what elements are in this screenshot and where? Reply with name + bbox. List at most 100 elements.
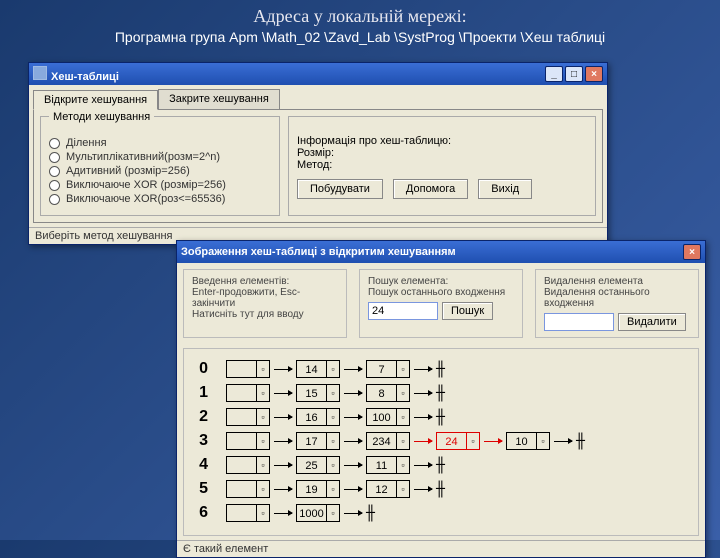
list-node: 15▫ (296, 384, 340, 402)
hash-visual-window: Зображення хеш-таблиці з відкритим хешув… (176, 240, 706, 558)
insert-hint2: Натисніть тут для вводу (192, 309, 338, 320)
delete-input[interactable] (544, 313, 614, 331)
chain-row: 1 ▫ 15▫ 8▫ ╫ (194, 381, 688, 405)
chain-row: 6 ▫ 1000▫ ╫ (194, 501, 688, 525)
tab-closed-hashing[interactable]: Закрите хешування (158, 89, 280, 109)
list-node: 24▫ (436, 432, 480, 450)
info-method: Метод: (297, 159, 587, 171)
chain: ▫14▫7▫╫ (226, 360, 449, 378)
close-button[interactable]: × (683, 244, 701, 260)
row-index: 4 (194, 456, 208, 474)
tab-content: Методи хешування Ділення Мультиплікативн… (33, 109, 603, 223)
terminator-icon: ╫ (576, 433, 585, 450)
window-title: Хеш-таблиці (51, 71, 119, 83)
search-input[interactable] (368, 302, 438, 320)
terminator-icon: ╫ (436, 385, 445, 402)
insert-group: Введення елементів: Enter-продовжити, Es… (183, 269, 347, 338)
status-bar: Є такий елемент (177, 540, 705, 557)
search-legend: Пошук елемента: (368, 276, 514, 287)
page-path: Програмна група Apm \Math_02 \Zavd_Lab \… (0, 29, 720, 53)
app-icon (33, 66, 47, 80)
terminator-icon: ╫ (436, 457, 445, 474)
delete-button[interactable]: Видалити (618, 313, 686, 331)
delete-group: Видалення елемента Видалення останнього … (535, 269, 699, 338)
row-index: 2 (194, 408, 208, 426)
head-node: ▫ (226, 360, 270, 378)
chain: ▫ 15▫ 8▫ ╫ (226, 384, 449, 402)
chain: ▫ 1000▫ ╫ (226, 504, 379, 522)
info-legend: Інформація про хеш-таблицю: (297, 135, 587, 147)
list-node: 14▫ (296, 360, 340, 378)
row-index: 1 (194, 384, 208, 402)
search-hint: Пошук останнього входження (368, 287, 514, 298)
info-group: . Інформація про хеш-таблицю: Розмір: Ме… (288, 116, 596, 216)
list-node: 25▫ (296, 456, 340, 474)
build-button[interactable]: Побудувати (297, 179, 383, 199)
close-button[interactable]: × (585, 66, 603, 82)
terminator-icon: ╫ (436, 481, 445, 498)
help-button[interactable]: Допомога (393, 179, 468, 199)
insert-legend: Введення елементів: (192, 276, 338, 287)
maximize-button[interactable]: □ (565, 66, 583, 82)
head-node: ▫ (226, 456, 270, 474)
chain: ▫ 16▫ 100▫ ╫ (226, 408, 449, 426)
delete-hint: Видалення останнього входження (544, 287, 690, 309)
row-index: 6 (194, 504, 208, 522)
list-node: 234▫ (366, 432, 410, 450)
titlebar: Хеш-таблиці _ □ × (29, 63, 607, 85)
page-heading: Адреса у локальній мережі: (0, 0, 720, 29)
chain: ▫ 17▫ 234▫ 24▫ 10▫ ╫ (226, 432, 589, 450)
chain: ▫ 25▫ 11▫ ╫ (226, 456, 449, 474)
chain-row: 4 ▫ 25▫ 11▫ ╫ (194, 453, 688, 477)
tabbar: Відкрите хешування Закрите хешування (33, 89, 603, 109)
chain-row: 0▫14▫7▫╫ (194, 357, 688, 381)
chain-row: 2 ▫ 16▫ 100▫ ╫ (194, 405, 688, 429)
list-node: 100▫ (366, 408, 410, 426)
head-node: ▫ (226, 384, 270, 402)
insert-hint1: Enter-продовжити, Esc-закінчити (192, 287, 338, 309)
info-size: Розмір: (297, 147, 587, 159)
controls-row: Введення елементів: Enter-продовжити, Es… (177, 263, 705, 344)
radio-division[interactable]: Ділення (49, 137, 271, 149)
methods-group: Методи хешування Ділення Мультиплікативн… (40, 116, 280, 216)
hash-tables-window: Хеш-таблиці _ □ × Відкрите хешування Зак… (28, 62, 608, 245)
chain-row: 3 ▫ 17▫ 234▫ 24▫ 10▫ ╫ (194, 429, 688, 453)
minimize-button[interactable]: _ (545, 66, 563, 82)
list-node: 1000▫ (296, 504, 340, 522)
terminator-icon: ╫ (436, 409, 445, 426)
head-node: ▫ (226, 504, 270, 522)
hash-visualization: 0▫14▫7▫╫1▫15▫8▫╫2▫16▫100▫╫3▫17▫234▫24▫10… (183, 348, 699, 536)
list-node: 11▫ (366, 456, 410, 474)
radio-xor65536[interactable]: Виключаюче XOR(роз<=65536) (49, 193, 271, 205)
radio-icon (49, 180, 60, 191)
radio-icon (49, 194, 60, 205)
head-node: ▫ (226, 480, 270, 498)
terminator-icon: ╫ (366, 505, 375, 522)
row-index: 3 (194, 432, 208, 450)
row-index: 5 (194, 480, 208, 498)
exit-button[interactable]: Вихід (478, 179, 532, 199)
list-node: 17▫ (296, 432, 340, 450)
list-node: 19▫ (296, 480, 340, 498)
radio-icon (49, 138, 60, 149)
window-title: Зображення хеш-таблиці з відкритим хешув… (181, 246, 456, 258)
list-node: 8▫ (366, 384, 410, 402)
search-group: Пошук елемента: Пошук останнього входжен… (359, 269, 523, 338)
radio-multiplicative[interactable]: Мультиплікативний(розм=2^n) (49, 151, 271, 163)
radio-xor256[interactable]: Виключаюче XOR (розмір=256) (49, 179, 271, 191)
tab-open-hashing[interactable]: Відкрите хешування (33, 90, 158, 110)
delete-legend: Видалення елемента (544, 276, 690, 287)
chain: ▫ 19▫ 12▫ ╫ (226, 480, 449, 498)
chain-row: 5 ▫ 19▫ 12▫ ╫ (194, 477, 688, 501)
search-button[interactable]: Пошук (442, 302, 493, 320)
radio-additive[interactable]: Адитивний (розмір=256) (49, 165, 271, 177)
row-index: 0 (194, 360, 208, 378)
list-node: 12▫ (366, 480, 410, 498)
terminator-icon: ╫ (436, 361, 445, 378)
list-node: 10▫ (506, 432, 550, 450)
list-node: 16▫ (296, 408, 340, 426)
methods-legend: Методи хешування (49, 111, 154, 123)
radio-icon (49, 152, 60, 163)
head-node: ▫ (226, 408, 270, 426)
head-node: ▫ (226, 432, 270, 450)
